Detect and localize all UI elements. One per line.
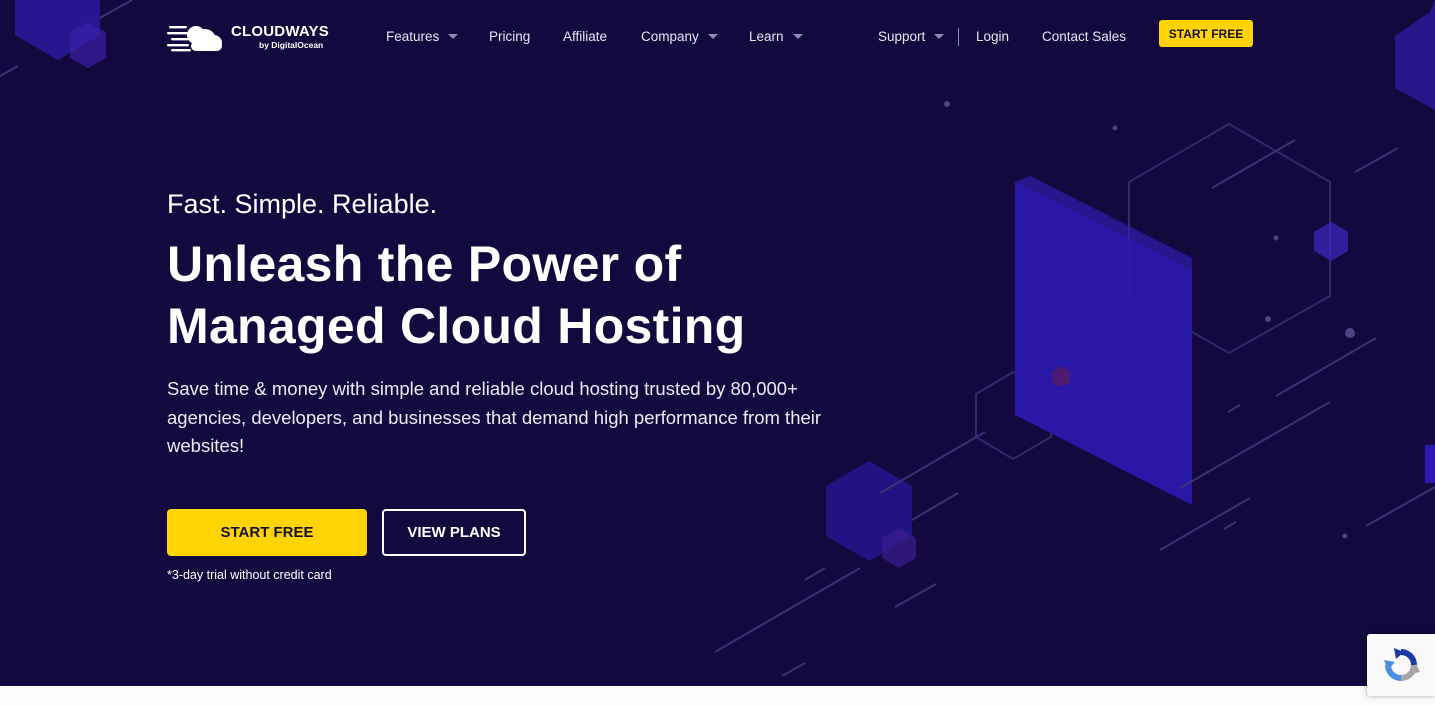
nav-pricing[interactable]: Pricing bbox=[489, 29, 530, 44]
nav-contact-sales-label: Contact Sales bbox=[1042, 29, 1127, 44]
chevron-down-icon bbox=[448, 34, 459, 39]
chevron-down-icon bbox=[707, 34, 718, 39]
nav-learn[interactable]: Learn bbox=[749, 29, 803, 44]
nav-contact-sales[interactable]: Contact Sales bbox=[1042, 29, 1126, 44]
nav-company-label: Company bbox=[641, 29, 699, 44]
hero-headline: Unleash the Power of Managed Cloud Hosti… bbox=[167, 233, 887, 357]
nav-login-label: Login bbox=[976, 29, 1010, 44]
nav-affiliate[interactable]: Affiliate bbox=[563, 29, 607, 44]
hero-headline-line-1: Unleash the Power of bbox=[167, 236, 682, 292]
nav-learn-label: Learn bbox=[749, 29, 784, 44]
next-section-edge bbox=[0, 686, 1435, 706]
chevron-down-icon bbox=[792, 34, 803, 39]
start-free-button[interactable]: START FREE bbox=[167, 509, 367, 556]
hero-cta-row: START FREE VIEW PLANS bbox=[167, 509, 526, 556]
recaptcha-icon bbox=[1384, 648, 1420, 681]
cloud-icon bbox=[167, 26, 222, 52]
hero-tagline: Fast. Simple. Reliable. bbox=[167, 189, 438, 219]
chevron-down-icon bbox=[934, 34, 945, 39]
nav-support-label: Support bbox=[878, 29, 926, 44]
hero-section: Fast. Simple. Reliable. Unleash the Powe… bbox=[167, 185, 887, 461]
nav-support[interactable]: Support bbox=[878, 29, 945, 44]
nav-divider bbox=[958, 28, 959, 46]
logo-sub-text: by DigitalOcean bbox=[259, 40, 324, 51]
hero-headline-line-2: Managed Cloud Hosting bbox=[167, 298, 746, 354]
nav-features-label: Features bbox=[386, 29, 440, 44]
view-plans-button[interactable]: VIEW PLANS bbox=[382, 509, 526, 556]
nav-login[interactable]: Login bbox=[976, 29, 1009, 44]
cloudways-logo[interactable]: CLOUDWAYS by DigitalOcean bbox=[167, 20, 329, 54]
logo-brand-text: CLOUDWAYS bbox=[231, 23, 329, 41]
top-navigation: CLOUDWAYS by DigitalOcean Features Prici… bbox=[0, 0, 1435, 72]
trial-note: *3-day trial without credit card bbox=[167, 568, 332, 582]
nav-company[interactable]: Company bbox=[641, 29, 718, 44]
nav-affiliate-label: Affiliate bbox=[563, 29, 608, 44]
nav-features[interactable]: Features bbox=[386, 29, 459, 44]
hero-subtext: Save time & money with simple and reliab… bbox=[167, 378, 822, 456]
nav-pricing-label: Pricing bbox=[489, 29, 531, 44]
recaptcha-badge[interactable] bbox=[1367, 634, 1435, 696]
nav-start-free-button[interactable]: START FREE bbox=[1159, 20, 1253, 47]
